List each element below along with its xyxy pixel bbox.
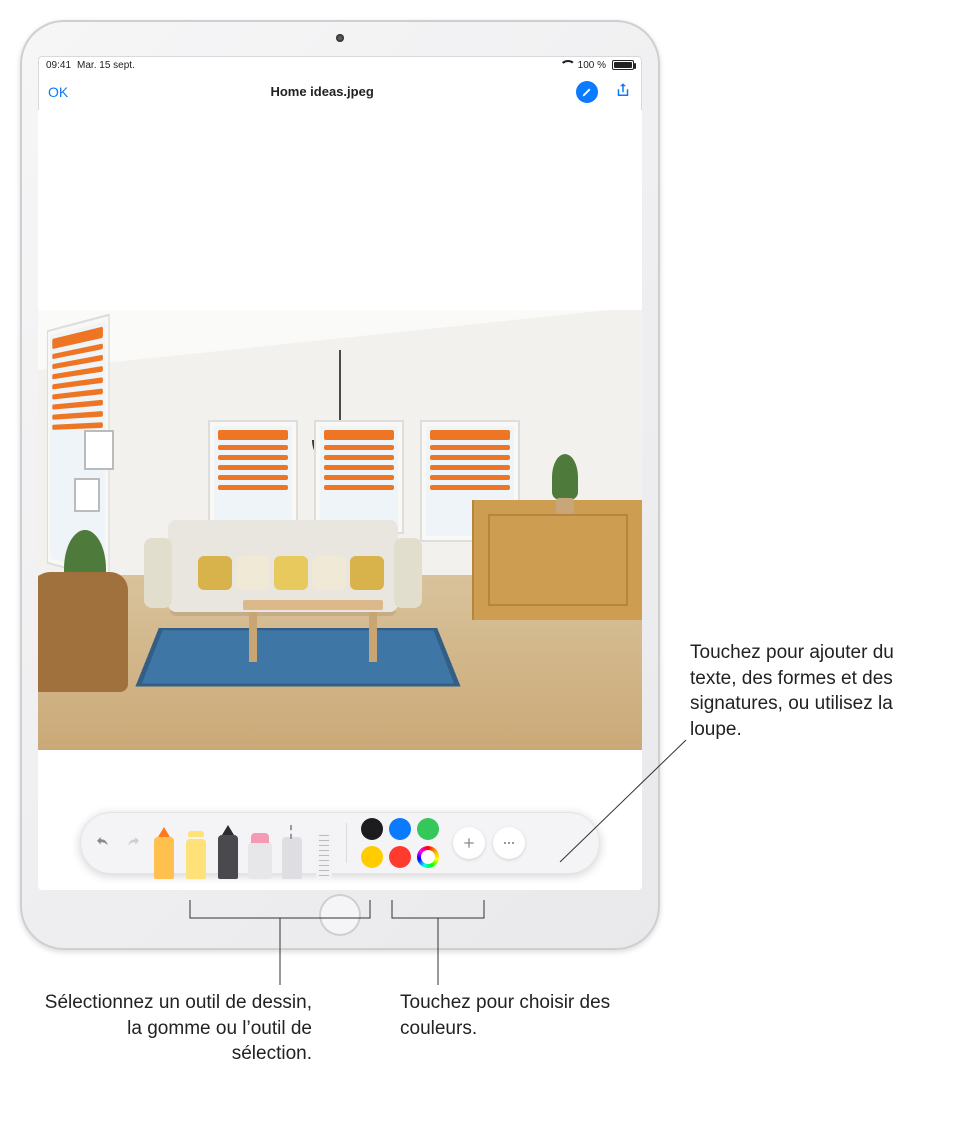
color-blue[interactable] <box>389 818 411 840</box>
markup-toolbar <box>80 812 600 874</box>
color-palette <box>361 818 439 868</box>
markup-stroke <box>218 430 288 495</box>
window <box>316 422 402 532</box>
cabinet <box>472 500 642 620</box>
wall-frame <box>74 478 100 512</box>
wifi-icon <box>560 60 572 70</box>
home-button[interactable] <box>319 894 361 936</box>
callout-add: Touchez pour ajouter du texte, des forme… <box>690 640 940 743</box>
battery-percent: 100 % <box>578 60 606 71</box>
markup-pen-icon <box>581 85 594 98</box>
tool-eraser[interactable] <box>248 823 272 879</box>
undo-icon <box>94 834 112 852</box>
add-button[interactable] <box>453 827 485 859</box>
markup-stroke <box>430 430 510 500</box>
markup-stroke <box>324 430 394 495</box>
status-bar: 09:41 Mar. 15 sept. 100 % <box>38 56 642 74</box>
tool-pencil[interactable] <box>216 823 240 879</box>
redo-icon <box>124 834 142 852</box>
tool-felt-pen[interactable] <box>152 823 176 879</box>
wall-frame <box>84 430 114 470</box>
tool-highlighter[interactable] <box>184 823 208 879</box>
ipad-frame: 09:41 Mar. 15 sept. 100 % OK Home ideas.… <box>20 20 660 950</box>
tool-ruler[interactable] <box>312 823 336 879</box>
coffee-table <box>243 600 383 662</box>
redo-button[interactable] <box>120 830 146 856</box>
more-button[interactable] <box>493 827 525 859</box>
battery-icon <box>612 60 634 70</box>
window <box>210 422 296 532</box>
status-time: 09:41 <box>46 60 71 71</box>
color-black[interactable] <box>361 818 383 840</box>
toolbar-divider <box>346 823 347 863</box>
callout-tools: Sélectionnez un outil de dessin, la gomm… <box>42 990 312 1067</box>
plus-icon <box>461 835 477 851</box>
ok-button[interactable]: OK <box>48 84 68 100</box>
document-title: Home ideas.jpeg <box>68 84 576 99</box>
color-red[interactable] <box>389 846 411 868</box>
front-camera <box>336 34 344 42</box>
edited-image[interactable] <box>38 310 642 750</box>
undo-button[interactable] <box>90 830 116 856</box>
more-icon <box>501 835 517 851</box>
share-button[interactable] <box>614 81 632 103</box>
armchair <box>38 572 128 692</box>
nav-bar: OK Home ideas.jpeg <box>38 74 642 110</box>
share-icon <box>614 81 632 99</box>
screen: 09:41 Mar. 15 sept. 100 % OK Home ideas.… <box>38 56 642 890</box>
color-green[interactable] <box>417 818 439 840</box>
status-date: Mar. 15 sept. <box>77 60 135 71</box>
plant <box>552 454 578 500</box>
color-picker[interactable] <box>417 846 439 868</box>
markup-canvas[interactable] <box>38 110 642 890</box>
color-yellow[interactable] <box>361 846 383 868</box>
markup-toggle-button[interactable] <box>576 81 598 103</box>
callout-colors: Touchez pour choisir des couleurs. <box>400 990 640 1041</box>
tool-lasso[interactable] <box>280 823 304 879</box>
